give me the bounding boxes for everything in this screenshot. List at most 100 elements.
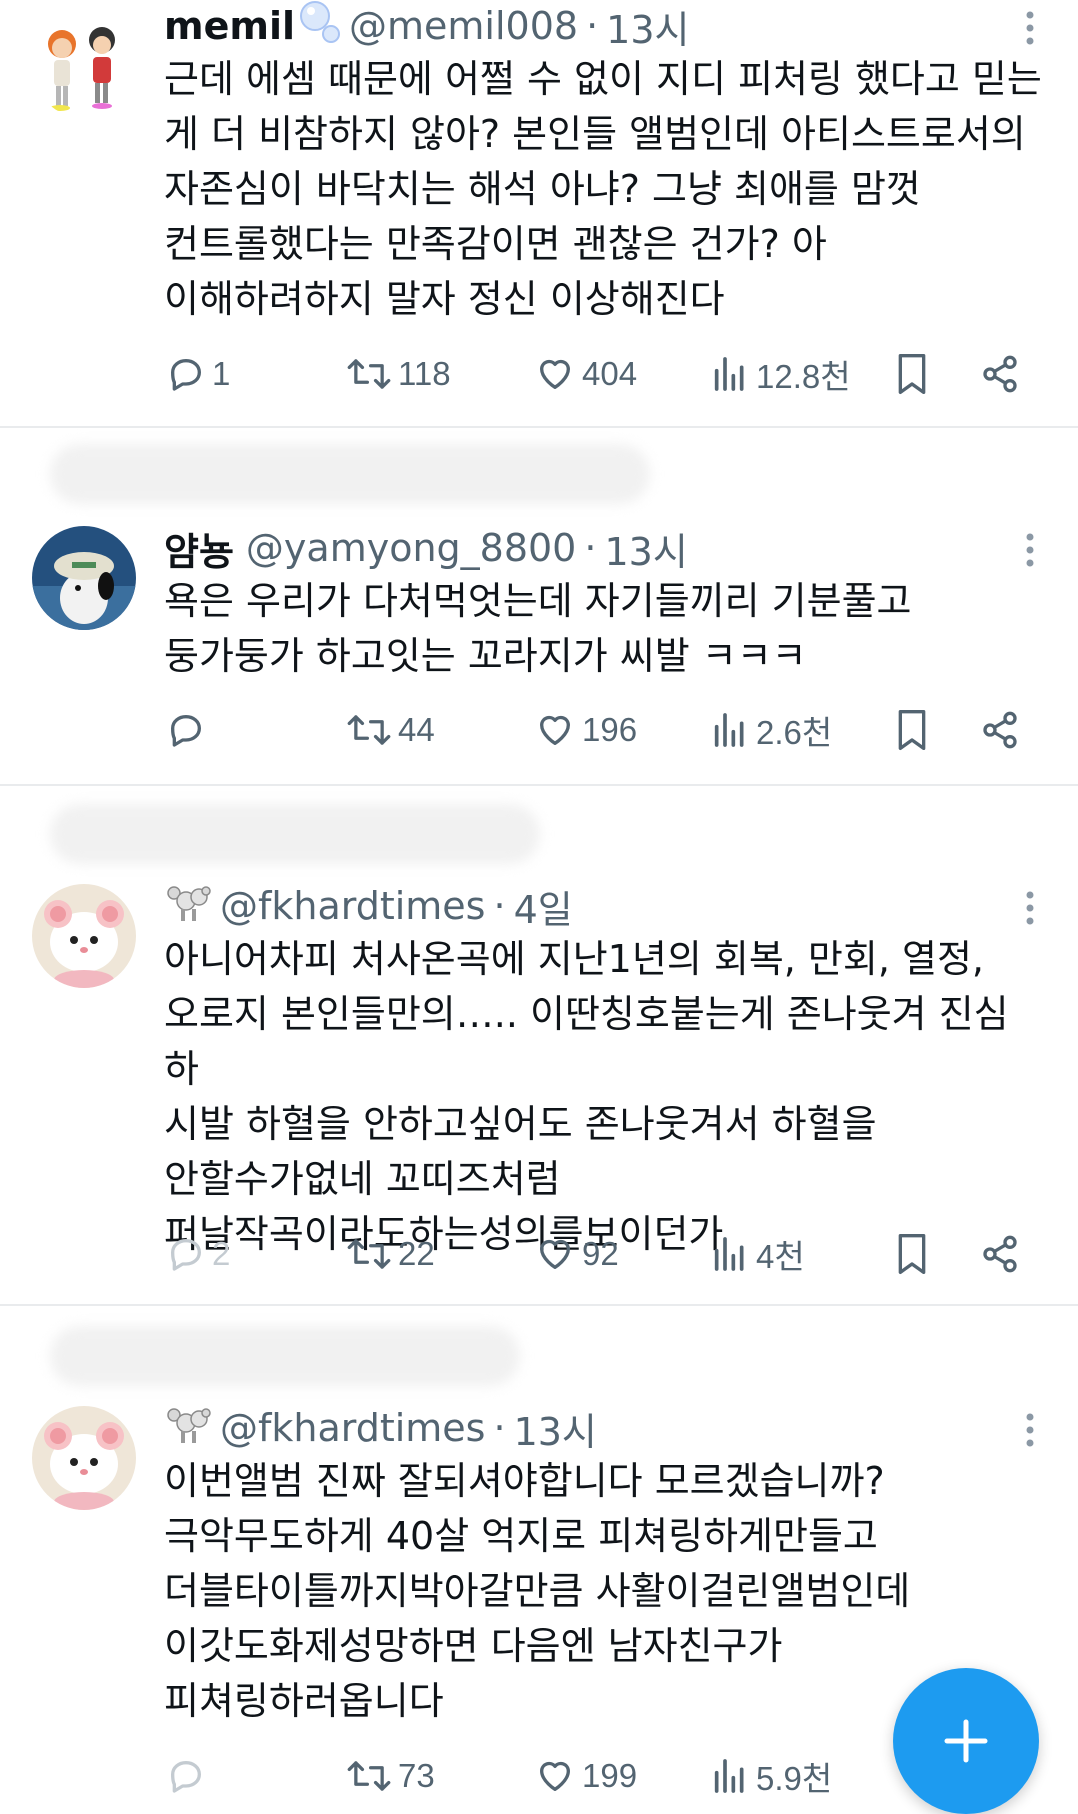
reply-button[interactable]: 2 xyxy=(166,1226,230,1282)
tweet-text: 이번앨범 진짜 잘되셔야합니다 모르겠습니까? 극악무도하게 40살 억지로 피… xyxy=(164,1459,911,1723)
tweet-header: 얌뇽 @yamyong_8800 · 13시 xyxy=(164,522,688,574)
views-button[interactable]: 12.8천 xyxy=(710,346,851,402)
avatar[interactable] xyxy=(32,1406,136,1510)
timestamp[interactable]: 4일 xyxy=(514,879,573,934)
reply-icon xyxy=(171,715,201,747)
separator-dot: · xyxy=(584,526,597,570)
share-button[interactable] xyxy=(980,702,1020,758)
views-button[interactable]: 4천 xyxy=(710,1226,805,1282)
divider xyxy=(0,784,1078,786)
views-icon xyxy=(714,713,744,747)
tweet[interactable]: 얌뇽 @yamyong_8800 · 13시 욕은 우리가 다처먹엇는데 자기들… xyxy=(0,520,1078,784)
tweet-text: 근데 에셈 때문에 어쩔 수 없이 지디 피처링 했다고 믿는 게 더 비참하지… xyxy=(164,57,1042,321)
action-bar: 44 196 2.6천 xyxy=(0,702,1078,758)
more-icon[interactable] xyxy=(1020,1410,1040,1450)
retweet-icon xyxy=(347,359,391,389)
like-count: 404 xyxy=(582,355,638,392)
tweet-text: 아니어차피 처사온곡에 지난1년의 회복, 만회, 열정, 오로지 본인들만의…… xyxy=(164,937,1009,1256)
blurred-region xyxy=(50,804,540,864)
retweet-count: 73 xyxy=(398,1757,435,1794)
separator-dot: · xyxy=(493,1406,506,1450)
like-count: 92 xyxy=(582,1235,619,1272)
share-button[interactable] xyxy=(980,1226,1020,1282)
bookmark-icon xyxy=(898,710,926,750)
blurred-region xyxy=(50,1326,520,1386)
blurred-region xyxy=(50,444,650,504)
more-icon[interactable] xyxy=(1020,8,1040,48)
poodle-emoji-icon xyxy=(166,1403,212,1454)
timestamp[interactable]: 13시 xyxy=(606,0,689,54)
retweet-count: 22 xyxy=(398,1235,435,1272)
reply-icon xyxy=(171,359,201,391)
like-button[interactable]: 92 xyxy=(534,1226,619,1282)
avatar[interactable] xyxy=(32,884,136,988)
retweet-button[interactable]: 118 xyxy=(346,346,451,402)
compose-button[interactable] xyxy=(893,1668,1039,1814)
heart-icon xyxy=(540,359,570,389)
bookmark-button[interactable] xyxy=(892,346,932,402)
more-icon[interactable] xyxy=(1020,530,1040,570)
avatar[interactable] xyxy=(32,14,136,118)
tweet-header: @fkhardtimes · 13시 xyxy=(164,1402,597,1454)
like-button[interactable]: 404 xyxy=(534,346,637,402)
reply-count: 1 xyxy=(212,355,231,392)
user-handle[interactable]: @memil008 xyxy=(349,4,578,48)
retweet-button[interactable]: 22 xyxy=(346,1226,435,1282)
reply-button[interactable] xyxy=(166,702,212,758)
retweet-icon xyxy=(347,1239,391,1269)
retweet-icon xyxy=(347,715,391,745)
more-icon[interactable] xyxy=(1020,888,1040,928)
bubble-emoji-icon xyxy=(297,0,341,53)
views-button[interactable]: 2.6천 xyxy=(710,702,832,758)
user-handle[interactable]: @fkhardtimes xyxy=(220,1406,485,1450)
bookmark-button[interactable] xyxy=(892,702,932,758)
divider xyxy=(0,1304,1078,1306)
reply-count: 2 xyxy=(212,1235,231,1272)
bookmark-button[interactable] xyxy=(892,1226,932,1282)
views-icon xyxy=(714,1237,744,1271)
avatar-image xyxy=(32,884,136,988)
tweet-header: @fkhardtimes · 4일 xyxy=(164,880,573,932)
tweet[interactable]: memil @memil008 · 13시 근데 에셈 때문에 어쩔 수 없이 … xyxy=(0,0,1078,426)
timestamp[interactable]: 13시 xyxy=(604,521,687,576)
tweet-header: memil @memil008 · 13시 xyxy=(164,0,690,52)
share-icon xyxy=(983,1235,1017,1273)
like-count: 196 xyxy=(582,711,638,748)
views-count: 4천 xyxy=(756,1238,805,1275)
action-bar: 2 22 92 4천 xyxy=(0,1226,1078,1282)
user-handle[interactable]: @yamyong_8800 xyxy=(246,526,576,570)
reply-icon xyxy=(171,1761,201,1793)
reply-button[interactable]: 1 xyxy=(166,346,230,402)
divider xyxy=(0,426,1078,428)
retweet-button[interactable]: 44 xyxy=(346,702,435,758)
display-name[interactable]: 얌뇽 xyxy=(164,521,234,576)
avatar-image xyxy=(32,526,136,630)
user-handle[interactable]: @fkhardtimes xyxy=(220,884,485,928)
views-count: 12.8천 xyxy=(756,358,851,395)
views-count: 2.6천 xyxy=(756,714,833,751)
like-count: 199 xyxy=(582,1757,638,1794)
avatar[interactable] xyxy=(32,526,136,630)
tweet[interactable]: @fkhardtimes · 4일 아니어차피 처사온곡에 지난1년의 회복, … xyxy=(0,878,1078,1304)
display-name[interactable]: memil xyxy=(164,4,295,48)
poodle-emoji-icon xyxy=(166,881,212,932)
views-icon xyxy=(714,1759,744,1793)
avatar-image xyxy=(32,14,136,118)
share-button[interactable] xyxy=(980,346,1020,402)
heart-icon xyxy=(540,715,570,745)
views-icon xyxy=(714,357,744,391)
separator-dot: · xyxy=(586,4,599,48)
tweet-text: 욕은 우리가 다처먹엇는데 자기들끼리 기분풀고 둥가둥가 하고잇는 꼬라지가 … xyxy=(164,579,912,678)
views-count: 5.9천 xyxy=(756,1760,833,1797)
share-icon xyxy=(983,355,1017,393)
share-icon xyxy=(983,711,1017,749)
retweet-count: 118 xyxy=(398,355,451,392)
reply-icon xyxy=(171,1239,201,1271)
like-button[interactable]: 196 xyxy=(534,702,637,758)
avatar-image xyxy=(32,1406,136,1510)
plus-icon xyxy=(944,1719,988,1763)
timestamp[interactable]: 13시 xyxy=(514,1401,597,1456)
action-bar: 1 118 404 12.8천 xyxy=(0,346,1078,402)
separator-dot: · xyxy=(493,884,506,928)
retweet-icon xyxy=(347,1761,391,1791)
